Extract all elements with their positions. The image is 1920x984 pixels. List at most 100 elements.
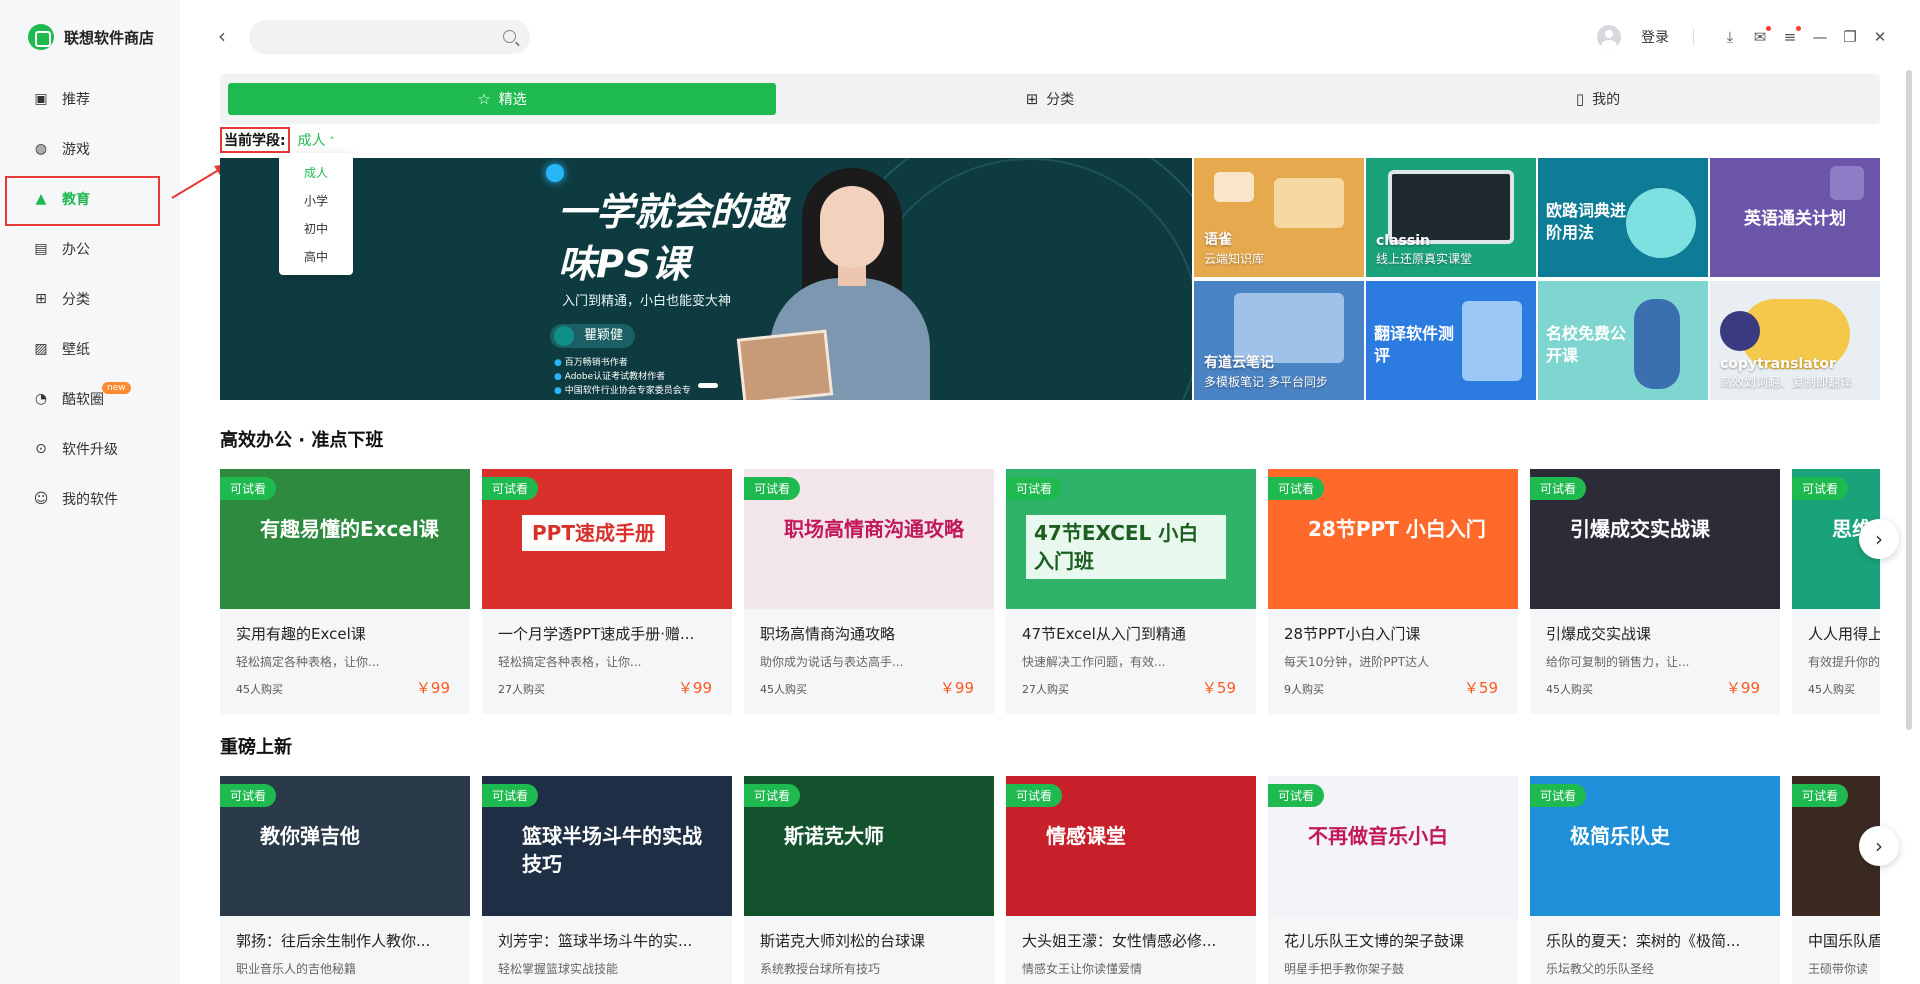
course-description: 情感女王让你读懂爱情: [1022, 962, 1143, 976]
trial-badge: 可试看: [1792, 477, 1849, 500]
search-box[interactable]: [249, 20, 530, 54]
course-title: 中国乐队盾: [1808, 932, 1880, 950]
tab-category[interactable]: ⊞ 分类: [776, 83, 1324, 115]
banner-bullet: Adobe认证考试教材作者: [554, 370, 691, 384]
course-description: 助你成为说话与表达高手...: [760, 655, 904, 669]
tab-featured[interactable]: ☆ 精选: [228, 83, 776, 115]
sidebar-item-games[interactable]: ◍ 游戏: [0, 124, 180, 174]
sidebar-item-office[interactable]: ▤ 办公: [0, 224, 180, 274]
star-icon: ☆: [477, 90, 491, 108]
tab-label: 精选: [498, 92, 527, 108]
course-card[interactable]: 教你弹吉他 可试看 郭扬：往后余生制作人教你... 职业音乐人的吉他秘籍: [220, 776, 470, 984]
tile-title: 有道云笔记: [1204, 355, 1274, 371]
course-row-office: 有趣易懂的Excel课 可试看 实用有趣的Excel课 轻松搞定各种表格，让你... 4…: [220, 469, 1880, 714]
hero-banner[interactable]: 一学就会的趣味PS课 入门到精通，小白也能变大神 瞿颖健 百万畅销书作者 Ado…: [220, 158, 1192, 400]
course-card[interactable]: 极简乐队史 可试看 乐队的夏天：栾树的《极简... 乐坛教父的乐队圣经: [1530, 776, 1780, 984]
course-title: 28节PPT小白入门课: [1284, 625, 1421, 643]
tile-youdao-note[interactable]: 有道云笔记 多模板笔记 多平台同步: [1194, 281, 1364, 400]
trial-badge: 可试看: [1530, 477, 1587, 500]
tile-title: copytranslator: [1720, 356, 1836, 372]
back-button[interactable]: ‹: [218, 26, 238, 46]
stage-option-adult[interactable]: 成人: [279, 159, 353, 187]
course-card[interactable]: 47节EXCEL 小白入门班 可试看 47节Excel从入门到精通 快速解决工作问题，…: [1006, 469, 1256, 714]
avatar[interactable]: [1597, 25, 1621, 49]
tile-title: 欧路词典进阶用法: [1546, 201, 1627, 242]
download-icon[interactable]: ⤓: [1720, 27, 1740, 47]
sidebar-item-kuruanquan[interactable]: ◔ 酷软圈 new: [0, 374, 180, 424]
sidebar-item-my-software[interactable]: ☺ 我的软件: [0, 474, 180, 524]
course-title: 实用有趣的Excel课: [236, 625, 366, 643]
course-title: 郭扬：往后余生制作人教你...: [236, 932, 431, 950]
tile-copytranslator[interactable]: copytranslator 高效划词翻、复制即翻译: [1710, 281, 1880, 400]
menu-icon[interactable]: ≡: [1780, 26, 1801, 47]
course-description: 给你可复制的销售力，让...: [1546, 655, 1690, 669]
sidebar-item-label: 酷软圈: [62, 392, 104, 408]
sidebar-item-label: 软件升级: [62, 442, 118, 458]
sidebar-item-upgrade[interactable]: ⊙ 软件升级: [0, 424, 180, 474]
trial-badge: 可试看: [1530, 784, 1587, 807]
course-description: 每天10分钟，进阶PPT达人: [1284, 655, 1430, 669]
search-icon[interactable]: [503, 30, 516, 43]
buyer-count: 27人购买: [1022, 683, 1069, 696]
next-arrow-button[interactable]: ›: [1859, 826, 1899, 866]
banner-subtitle: 入门到精通，小白也能变大神: [562, 294, 732, 309]
stage-dropdown[interactable]: 成人: [298, 130, 335, 150]
tile-english-plan[interactable]: 英语通关计划: [1710, 158, 1880, 277]
recommend-icon: ▣: [34, 91, 48, 107]
stage-label: 当前学段:: [220, 127, 290, 153]
sidebar-nav: ▣ 推荐 ◍ 游戏 ▲ 教育 ▤ 办公 ⊞ 分类 ▨ 壁纸 ◔ 酷软圈 new: [0, 74, 180, 524]
tile-open-course[interactable]: 名校免费公开课: [1538, 281, 1708, 400]
course-card[interactable]: 28节PPT 小白入门 可试看 28节PPT小白入门课 每天10分钟，进阶PPT达人 9…: [1268, 469, 1518, 714]
sidebar-item-label: 办公: [62, 242, 90, 258]
course-price: ￥59: [1201, 679, 1236, 697]
next-arrow-button[interactable]: ›: [1859, 519, 1899, 559]
login-link[interactable]: 登录: [1641, 27, 1669, 47]
course-title: 花儿乐队王文博的架子鼓课: [1284, 932, 1465, 950]
tile-yuque[interactable]: 语雀 云端知识库: [1194, 158, 1364, 277]
course-card[interactable]: 可试看 中国乐队盾 王硕带你读: [1792, 776, 1880, 984]
mail-icon[interactable]: ✉: [1750, 26, 1771, 47]
sidebar-item-recommend[interactable]: ▣ 推荐: [0, 74, 180, 124]
thumbnail-text: 不再做音乐小白: [1308, 824, 1448, 848]
sidebar-item-wallpaper[interactable]: ▨ 壁纸: [0, 324, 180, 374]
course-card[interactable]: 思维 可试看 人人用得上 有效提升你的 45人购买: [1792, 469, 1880, 714]
trial-badge: 可试看: [1792, 784, 1849, 807]
course-card[interactable]: 篮球半场斗牛的实战技巧 可试看 刘芳宇：篮球半场斗牛的实... 轻松掌握篮球实战技能: [482, 776, 732, 984]
tile-eudic[interactable]: 欧路词典进阶用法: [1538, 158, 1708, 277]
minimize-icon[interactable]: —: [1810, 27, 1830, 47]
toolbar-divider: [1693, 29, 1694, 45]
course-card[interactable]: 引爆成交实战课 可试看 引爆成交实战课 给你可复制的销售力，让... 45人购买 ￥99: [1530, 469, 1780, 714]
vertical-scrollbar[interactable]: [1906, 70, 1912, 730]
buyer-count: 27人购买: [498, 683, 545, 696]
trial-badge: 可试看: [482, 784, 539, 807]
stage-option-senior[interactable]: 高中: [279, 243, 353, 271]
stage-option-primary[interactable]: 小学: [279, 187, 353, 215]
sidebar-item-category[interactable]: ⊞ 分类: [0, 274, 180, 324]
brand[interactable]: 联想软件商店: [28, 24, 154, 50]
highlight-box-education: [5, 176, 160, 226]
circle-icon: ◔: [34, 391, 48, 407]
trial-badge: 可试看: [220, 477, 277, 500]
search-input[interactable]: [249, 20, 489, 54]
close-icon[interactable]: ✕: [1870, 27, 1890, 47]
thumbnail-text: 教你弹吉他: [260, 824, 360, 848]
course-card[interactable]: 不再做音乐小白 可试看 花儿乐队王文博的架子鼓课 明星手把手教你架子鼓: [1268, 776, 1518, 984]
tile-classin[interactable]: classin 线上还原真实课堂: [1366, 158, 1536, 277]
course-card[interactable]: 情感课堂 可试看 大头姐王濛：女性情感必修... 情感女王让你读懂爱情: [1006, 776, 1256, 984]
course-card[interactable]: 有趣易懂的Excel课 可试看 实用有趣的Excel课 轻松搞定各种表格，让你... 4…: [220, 469, 470, 714]
tile-translate-review[interactable]: 翻译软件测评: [1366, 281, 1536, 400]
trial-badge: 可试看: [1268, 477, 1325, 500]
banner-pager[interactable]: [698, 383, 718, 388]
thumbnail-text: 引爆成交实战课: [1570, 517, 1710, 541]
stage-selector: 当前学段: 成人: [220, 127, 335, 153]
maximize-icon[interactable]: ❐: [1840, 27, 1860, 47]
course-card[interactable]: 职场高情商沟通攻略 可试看 职场高情商沟通攻略 助你成为说话与表达高手... 45人购买…: [744, 469, 994, 714]
course-card[interactable]: PPT速成手册 可试看 一个月学透PPT速成手册·赠... 轻松搞定各种表格，让你..…: [482, 469, 732, 714]
course-price: ￥99: [1725, 679, 1760, 697]
trial-badge: 可试看: [482, 477, 539, 500]
stage-option-junior[interactable]: 初中: [279, 215, 353, 243]
course-title: 职场高情商沟通攻略: [760, 625, 896, 643]
tab-mine[interactable]: ▯ 我的: [1324, 83, 1872, 115]
thumbnail-text: 47节EXCEL 小白入门班: [1026, 515, 1226, 579]
course-card[interactable]: 斯诺克大师 可试看 斯诺克大师刘松的台球课 系统教授台球所有技巧: [744, 776, 994, 984]
